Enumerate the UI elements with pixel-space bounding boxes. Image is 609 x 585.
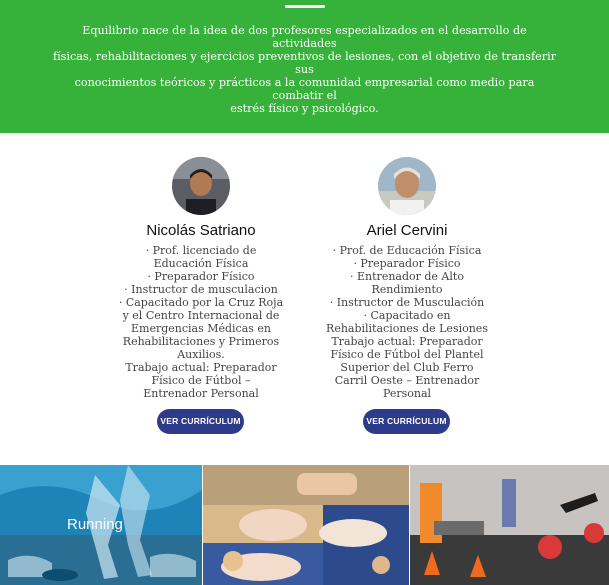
bio-line: · Instructor de Musculación xyxy=(329,296,485,309)
avatar xyxy=(378,157,436,215)
gallery-tile-running[interactable]: Running xyxy=(0,465,202,585)
bio-line: · Prof. de Educación Física xyxy=(332,244,482,257)
gallery-tile-stretching[interactable] xyxy=(203,465,409,585)
bio-line: · Prof. licenciado de xyxy=(145,244,257,257)
bio-line: Físico de Fútbol – xyxy=(151,374,251,387)
bio-line: · Preparador Físico xyxy=(353,257,461,270)
intro-line: Equilibrio nace de la idea de dos profes… xyxy=(82,24,527,50)
training-photo-icon xyxy=(410,465,609,585)
team-section: Nicolás Satriano · Prof. licenciado de E… xyxy=(0,133,609,465)
view-cv-button[interactable]: VER CURRÍCULUM xyxy=(157,409,244,434)
bio-line: Rehabilitaciones de Lesiones xyxy=(326,322,488,335)
bio-line: Auxilios. xyxy=(177,348,225,361)
member-name: Ariel Cervini xyxy=(366,222,448,239)
gallery-tile-training[interactable] xyxy=(410,465,609,585)
bio-line: Rehabilitaciones y Primeros xyxy=(122,335,280,348)
bio-line: Entrenador Personal xyxy=(143,387,259,400)
bio-line: Trabajo actual: Preparador xyxy=(331,335,483,348)
stretching-photo-icon xyxy=(203,465,409,585)
bio-line: · Preparador Físico xyxy=(147,270,255,283)
member-bio: · Prof. licenciado de Educación Física ·… xyxy=(111,244,291,400)
bio-line: · Capacitado en xyxy=(363,309,451,322)
member-name: Nicolás Satriano xyxy=(146,222,256,239)
avatar xyxy=(172,157,230,215)
bio-line: Físico de Fútbol del Plantel xyxy=(330,348,484,361)
intro-line: físicas, rehabilitaciones y ejercicios p… xyxy=(52,50,557,76)
member-bio: · Prof. de Educación Física · Preparador… xyxy=(317,244,497,400)
bio-line: Carril Oeste – Entrenador xyxy=(334,374,480,387)
intro-line: estrés físico y psicológico. xyxy=(230,102,379,115)
intro-line: conocimientos teóricos y prácticos a la … xyxy=(74,76,535,102)
intro-paragraph: Equilibrio nace de la idea de dos profes… xyxy=(52,24,557,115)
bio-line: · Entrenador de Alto xyxy=(350,270,464,283)
bio-line: Educación Física xyxy=(153,257,249,270)
view-cv-button[interactable]: VER CURRÍCULUM xyxy=(363,409,450,434)
bio-line: Emergencias Médicas en xyxy=(130,322,272,335)
bio-line: Rendimiento xyxy=(371,283,443,296)
bio-line: · Instructor de musculacion xyxy=(124,283,278,296)
gallery-tile-label: Running xyxy=(67,516,123,533)
section-divider xyxy=(285,5,325,8)
bio-line: y el Centro Internacional de xyxy=(122,309,280,322)
bio-line: Trabajo actual: Preparador xyxy=(125,361,277,374)
bio-line: · Capacitado por la Cruz Roja xyxy=(118,296,284,309)
intro-section: Equilibrio nace de la idea de dos profes… xyxy=(0,0,609,133)
bio-line: Personal xyxy=(382,387,432,400)
bio-line: Superior del Club Ferro xyxy=(340,361,474,374)
activity-gallery: Running xyxy=(0,465,609,585)
